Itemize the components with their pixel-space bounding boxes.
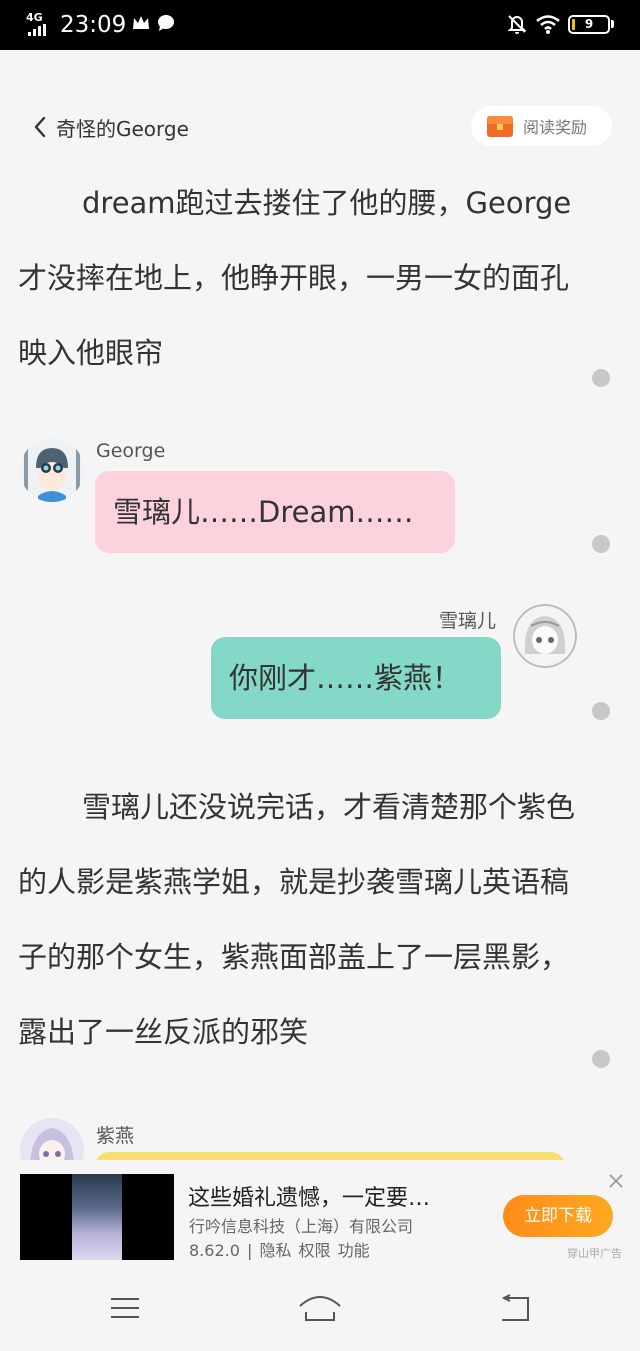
reading-reward-label: 阅读奖励 — [523, 118, 588, 137]
message-bubble: 雪璃儿……Dream…… — [95, 471, 455, 553]
story-paragraph: dream跑过去搂住了他的腰，George才没摔在地上，他睁开眼，一男一女的面孔… — [18, 186, 572, 370]
back-icon[interactable] — [498, 1294, 532, 1322]
ad-source-label: 穿山甲广告 — [567, 1247, 622, 1260]
back-button[interactable]: 奇怪的George — [32, 112, 189, 142]
reading-reward-button[interactable]: 阅读奖励 — [471, 106, 612, 146]
status-bar: 4G 23:09 9 — [0, 0, 640, 50]
ad-download-button[interactable]: 立即下载 — [503, 1195, 613, 1237]
gift-icon — [487, 116, 513, 137]
comment-dot[interactable] — [592, 535, 610, 553]
story-title: 奇怪的George — [56, 116, 189, 141]
home-icon[interactable] — [298, 1292, 342, 1322]
avatar-george-image — [20, 438, 84, 502]
chat-icon — [158, 15, 174, 31]
mute-bell-icon — [507, 15, 527, 34]
clock: 23:09 — [60, 12, 127, 38]
ad-title[interactable]: 这些婚礼遗憾，一定要… — [188, 1180, 430, 1212]
ad-banner[interactable]: 这些婚礼遗憾，一定要… 行吟信息科技（上海）有限公司 8.62.0 | 隐私 权… — [0, 1160, 640, 1270]
avatar — [513, 604, 577, 668]
battery-icon: 9 — [568, 15, 610, 34]
signal-icon — [28, 24, 50, 36]
story-paragraph: 雪璃儿还没说完话，才看清楚那个紫色的人影是紫燕学姐，就是抄袭雪璃儿英语稿子的那个… — [18, 790, 576, 1049]
message-bubble: 你刚才……紫燕！ — [211, 637, 501, 719]
network-type: 4G — [26, 11, 43, 24]
avatar — [20, 438, 84, 502]
wifi-icon — [536, 15, 560, 34]
close-icon[interactable] — [608, 1173, 624, 1189]
battery-percent: 9 — [584, 17, 594, 31]
ad-thumbnail[interactable] — [20, 1174, 174, 1260]
ad-app-info[interactable]: 8.62.0 | 隐私 权限 功能 — [189, 1237, 370, 1261]
speaker-name: George — [96, 440, 166, 462]
comment-dot[interactable] — [592, 369, 610, 387]
crown-icon — [133, 16, 149, 29]
system-nav-bar — [0, 1270, 640, 1351]
battery-tip — [611, 20, 614, 28]
menu-icon[interactable] — [110, 1296, 140, 1320]
avatar-xueli-image — [513, 604, 577, 668]
chevron-left-icon — [34, 116, 46, 138]
speaker-name: 紫燕 — [96, 1125, 135, 1147]
comment-dot[interactable] — [592, 1050, 610, 1068]
comment-dot[interactable] — [592, 702, 610, 720]
speaker-name: 雪璃儿 — [439, 610, 497, 632]
ad-company: 行吟信息科技（上海）有限公司 — [189, 1217, 414, 1236]
